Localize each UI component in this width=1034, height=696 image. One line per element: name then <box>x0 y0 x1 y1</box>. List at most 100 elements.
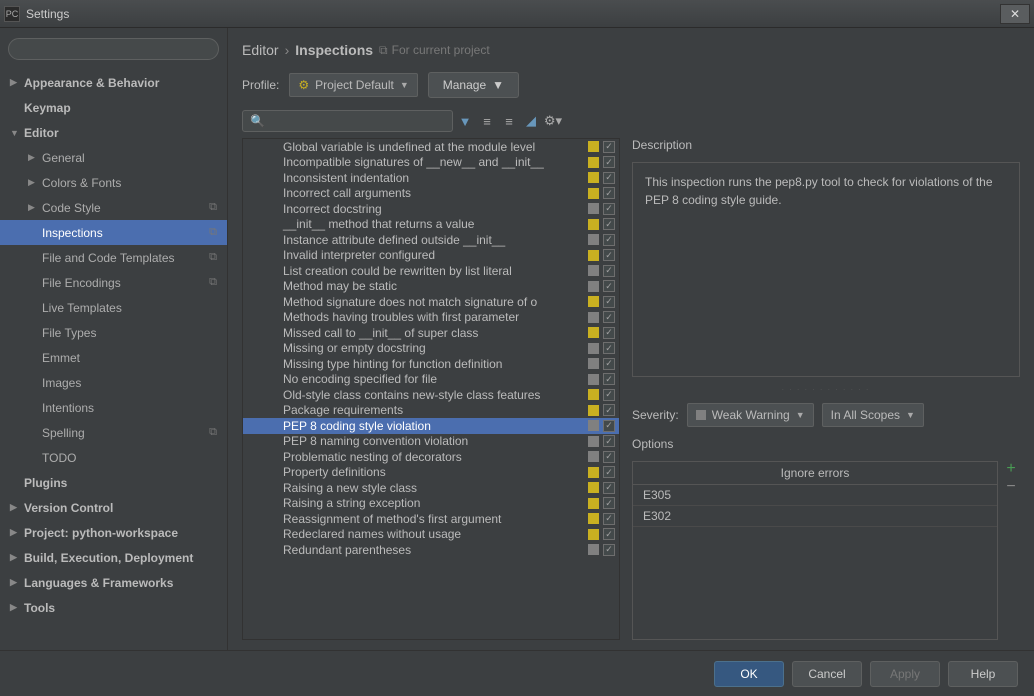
inspection-checkbox[interactable]: ✓ <box>603 265 615 277</box>
inspection-label: Method may be static <box>283 279 397 293</box>
inspection-row[interactable]: Old-style class contains new-style class… <box>243 387 619 403</box>
profile-combo[interactable]: ⚙ Project Default ▼ <box>289 73 417 97</box>
sidebar-item-keymap[interactable]: Keymap <box>0 95 227 120</box>
inspection-checkbox[interactable]: ✓ <box>603 420 615 432</box>
inspection-checkbox[interactable]: ✓ <box>603 203 615 215</box>
collapse-icon[interactable]: ≡ <box>499 111 519 131</box>
inspection-row[interactable]: Redundant parentheses✓ <box>243 542 619 558</box>
inspection-row[interactable]: Problematic nesting of decorators✓ <box>243 449 619 465</box>
add-error-button[interactable]: + <box>1002 461 1020 477</box>
inspection-checkbox[interactable]: ✓ <box>603 435 615 447</box>
inspection-checkbox[interactable]: ✓ <box>603 482 615 494</box>
apply-button[interactable]: Apply <box>870 661 940 687</box>
inspection-row[interactable]: Reassignment of method's first argument✓ <box>243 511 619 527</box>
inspection-row[interactable]: PEP 8 naming convention violation✓ <box>243 434 619 450</box>
cancel-button[interactable]: Cancel <box>792 661 862 687</box>
sidebar-item-file-and-code-templates[interactable]: File and Code Templates⧉ <box>0 245 227 270</box>
inspection-checkbox[interactable]: ✓ <box>603 187 615 199</box>
sidebar-item-plugins[interactable]: Plugins <box>0 470 227 495</box>
inspection-checkbox[interactable]: ✓ <box>603 172 615 184</box>
inspection-checkbox[interactable]: ✓ <box>603 358 615 370</box>
inspection-checkbox[interactable]: ✓ <box>603 218 615 230</box>
inspection-row[interactable]: PEP 8 coding style violation✓ <box>243 418 619 434</box>
inspection-row[interactable]: No encoding specified for file✓ <box>243 372 619 388</box>
sidebar-item-tools[interactable]: Tools <box>0 595 227 620</box>
inspection-checkbox[interactable]: ✓ <box>603 544 615 556</box>
inspection-checkbox[interactable]: ✓ <box>603 327 615 339</box>
sidebar-item-intentions[interactable]: Intentions <box>0 395 227 420</box>
sidebar-item-code-style[interactable]: Code Style⧉ <box>0 195 227 220</box>
sidebar-item-colors-fonts[interactable]: Colors & Fonts <box>0 170 227 195</box>
inspection-row[interactable]: Raising a new style class✓ <box>243 480 619 496</box>
inspection-checkbox[interactable]: ✓ <box>603 311 615 323</box>
reset-icon[interactable]: ◢ <box>521 111 541 131</box>
inspection-row[interactable]: Package requirements✓ <box>243 403 619 419</box>
sidebar-item-appearance-behavior[interactable]: Appearance & Behavior <box>0 70 227 95</box>
inspection-checkbox[interactable]: ✓ <box>603 404 615 416</box>
inspection-row[interactable]: List creation could be rewritten by list… <box>243 263 619 279</box>
sidebar-item-build-execution-deployment[interactable]: Build, Execution, Deployment <box>0 545 227 570</box>
sidebar-item-images[interactable]: Images <box>0 370 227 395</box>
ok-button[interactable]: OK <box>714 661 784 687</box>
sidebar-item-spelling[interactable]: Spelling⧉ <box>0 420 227 445</box>
inspection-row[interactable]: __init__ method that returns a value✓ <box>243 217 619 233</box>
inspection-checkbox[interactable]: ✓ <box>603 451 615 463</box>
inspection-checkbox[interactable]: ✓ <box>603 466 615 478</box>
inspection-row[interactable]: Incorrect docstring✓ <box>243 201 619 217</box>
inspection-checkbox[interactable]: ✓ <box>603 296 615 308</box>
filter-icon[interactable]: ▼ <box>455 111 475 131</box>
help-button[interactable]: Help <box>948 661 1018 687</box>
sidebar-item-file-encodings[interactable]: File Encodings⧉ <box>0 270 227 295</box>
splitter-grip[interactable]: · · · · · · · · · · · · <box>632 387 1020 393</box>
sidebar-item-project-python-workspace[interactable]: Project: python-workspace <box>0 520 227 545</box>
settings-search-input[interactable] <box>8 38 219 60</box>
sidebar-item-version-control[interactable]: Version Control <box>0 495 227 520</box>
inspection-checkbox[interactable]: ✓ <box>603 528 615 540</box>
inspection-row[interactable]: Missed call to __init__ of super class✓ <box>243 325 619 341</box>
inspection-row[interactable]: Methods having troubles with first param… <box>243 310 619 326</box>
scope-combo[interactable]: In All Scopes ▼ <box>822 403 924 427</box>
expand-icon[interactable]: ≡ <box>477 111 497 131</box>
inspection-row[interactable]: Inconsistent indentation✓ <box>243 170 619 186</box>
sidebar-item-languages-frameworks[interactable]: Languages & Frameworks <box>0 570 227 595</box>
inspection-row[interactable]: Missing or empty docstring✓ <box>243 341 619 357</box>
inspection-checkbox[interactable]: ✓ <box>603 389 615 401</box>
inspection-row[interactable]: Property definitions✓ <box>243 465 619 481</box>
inspection-checkbox[interactable]: ✓ <box>603 234 615 246</box>
inspection-checkbox[interactable]: ✓ <box>603 156 615 168</box>
severity-combo[interactable]: Weak Warning ▼ <box>687 403 814 427</box>
project-scope-icon: ⧉ <box>209 276 217 289</box>
inspection-row[interactable]: Redeclared names without usage✓ <box>243 527 619 543</box>
close-button[interactable]: ✕ <box>1000 4 1030 24</box>
inspection-row[interactable]: Global variable is undefined at the modu… <box>243 139 619 155</box>
sidebar-item-emmet[interactable]: Emmet <box>0 345 227 370</box>
inspection-checkbox[interactable]: ✓ <box>603 497 615 509</box>
inspection-row[interactable]: Method may be static ✓ <box>243 279 619 295</box>
inspection-checkbox[interactable]: ✓ <box>603 373 615 385</box>
ignore-error-item[interactable]: E305 <box>633 485 997 506</box>
inspection-checkbox[interactable]: ✓ <box>603 342 615 354</box>
inspection-checkbox[interactable]: ✓ <box>603 249 615 261</box>
ignore-errors-list[interactable]: Ignore errors E305E302 <box>632 461 998 640</box>
inspection-row[interactable]: Missing type hinting for function defini… <box>243 356 619 372</box>
inspection-checkbox[interactable]: ✓ <box>603 141 615 153</box>
manage-button[interactable]: Manage ▼ <box>428 72 519 98</box>
sidebar-item-file-types[interactable]: File Types <box>0 320 227 345</box>
inspection-search-input[interactable] <box>242 110 453 132</box>
sidebar-item-inspections[interactable]: Inspections⧉ <box>0 220 227 245</box>
remove-error-button[interactable]: − <box>1002 479 1020 495</box>
sidebar-item-general[interactable]: General <box>0 145 227 170</box>
inspection-row[interactable]: Instance attribute defined outside __ini… <box>243 232 619 248</box>
inspection-row[interactable]: Raising a string exception✓ <box>243 496 619 512</box>
inspection-row[interactable]: Method signature does not match signatur… <box>243 294 619 310</box>
inspection-checkbox[interactable]: ✓ <box>603 280 615 292</box>
sidebar-item-live-templates[interactable]: Live Templates <box>0 295 227 320</box>
sidebar-item-todo[interactable]: TODO <box>0 445 227 470</box>
sidebar-item-editor[interactable]: Editor <box>0 120 227 145</box>
inspection-row[interactable]: Incompatible signatures of __new__ and _… <box>243 155 619 171</box>
inspection-checkbox[interactable]: ✓ <box>603 513 615 525</box>
inspection-row[interactable]: Invalid interpreter configured✓ <box>243 248 619 264</box>
inspection-row[interactable]: Incorrect call arguments✓ <box>243 186 619 202</box>
ignore-error-item[interactable]: E302 <box>633 506 997 527</box>
gear-icon[interactable]: ⚙▾ <box>543 111 563 131</box>
